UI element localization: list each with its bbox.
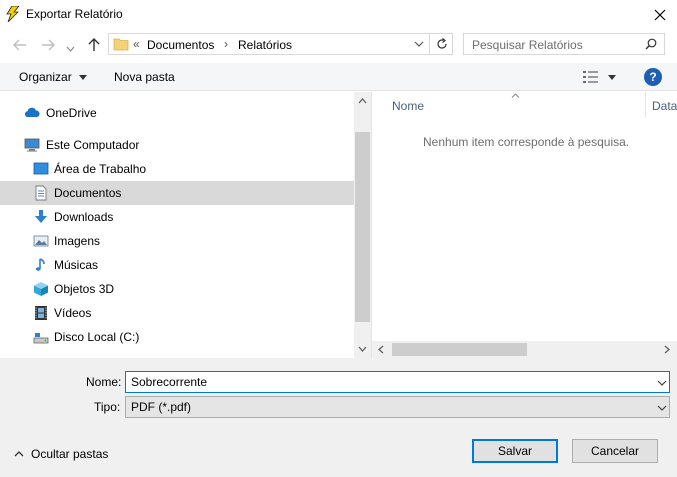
nav-item-imagens[interactable]: Imagens bbox=[0, 229, 354, 253]
nav-scrollbar[interactable] bbox=[354, 92, 371, 358]
recent-locations-button[interactable] bbox=[66, 41, 75, 55]
refresh-icon bbox=[436, 38, 447, 49]
sort-ascending-icon bbox=[511, 93, 520, 98]
chevron-down-icon[interactable] bbox=[657, 380, 667, 386]
nav-item-objetos-3d[interactable]: Objetos 3D bbox=[0, 277, 354, 301]
column-divider[interactable] bbox=[645, 92, 646, 118]
scroll-left-icon bbox=[378, 345, 384, 354]
empty-message: Nenhum item corresponde à pesquisa. bbox=[423, 135, 630, 149]
nav-label: Imagens bbox=[54, 234, 101, 248]
nav-item-videos[interactable]: Vídeos bbox=[0, 301, 354, 325]
nav-scroll-thumb[interactable] bbox=[355, 132, 370, 322]
nav-label: Objetos 3D bbox=[54, 282, 115, 296]
organize-button[interactable]: Organizar bbox=[19, 70, 88, 84]
nav-label: Documentos bbox=[54, 186, 122, 200]
breadcrumb-overflow[interactable]: « bbox=[133, 37, 140, 51]
cube-icon bbox=[34, 282, 48, 296]
chevron-down-icon bbox=[66, 46, 75, 52]
help-icon: ? bbox=[649, 70, 657, 84]
navigation-pane: OneDrive Este Computador Área de Trabalh… bbox=[0, 92, 354, 358]
refresh-button[interactable] bbox=[431, 34, 452, 54]
nav-label: Vídeos bbox=[54, 306, 92, 320]
column-header-data[interactable]: Data bbox=[652, 99, 677, 113]
close-button[interactable] bbox=[643, 0, 677, 29]
file-name-value[interactable]: Sobrecorrente bbox=[131, 375, 207, 389]
breadcrumb-documentos[interactable]: Documentos bbox=[147, 38, 214, 52]
scroll-right-icon bbox=[664, 345, 670, 354]
file-hscroll-thumb[interactable] bbox=[392, 343, 527, 356]
film-icon bbox=[35, 306, 47, 320]
desktop-icon bbox=[33, 162, 49, 175]
view-options-button[interactable] bbox=[581, 69, 621, 85]
nav-label: OneDrive bbox=[46, 106, 97, 120]
address-bar[interactable]: « Documentos › Relatórios bbox=[108, 33, 453, 55]
arrow-left-icon bbox=[13, 39, 26, 51]
nav-item-este-computador[interactable]: Este Computador bbox=[0, 133, 354, 157]
hide-folders-label: Ocultar pastas bbox=[31, 447, 109, 461]
type-label: Tipo: bbox=[94, 400, 121, 414]
search-input[interactable]: Pesquisar Relatórios bbox=[463, 33, 665, 55]
arrow-right-icon bbox=[42, 39, 55, 51]
search-icon bbox=[645, 38, 657, 50]
arrow-up-icon bbox=[88, 38, 100, 51]
cancel-button[interactable]: Cancelar bbox=[572, 439, 658, 463]
nav-label: Este Computador bbox=[46, 138, 140, 152]
command-bar bbox=[0, 63, 677, 91]
details-view-icon bbox=[583, 71, 598, 83]
nav-label: Área de Trabalho bbox=[54, 162, 147, 176]
file-hscrollbar[interactable] bbox=[372, 341, 677, 358]
up-button[interactable] bbox=[84, 36, 104, 54]
nav-label: Downloads bbox=[54, 210, 114, 224]
nav-item-documentos[interactable]: Documentos bbox=[0, 181, 354, 205]
forward-button[interactable] bbox=[38, 36, 58, 54]
address-divider bbox=[429, 34, 430, 54]
nav-item-onedrive[interactable]: OneDrive bbox=[0, 101, 354, 125]
window-title: Exportar Relatório bbox=[26, 7, 123, 21]
nav-item-disco-local[interactable]: Disco Local (C:) bbox=[0, 325, 354, 349]
help-button[interactable]: ? bbox=[644, 68, 662, 86]
nav-item-downloads[interactable]: Downloads bbox=[0, 205, 354, 229]
file-type-select[interactable]: PDF (*.pdf) bbox=[125, 396, 670, 418]
save-button[interactable]: Salvar bbox=[472, 439, 558, 463]
computer-icon bbox=[24, 138, 40, 152]
name-label: Nome: bbox=[86, 375, 122, 389]
back-button[interactable] bbox=[10, 36, 30, 54]
pictures-icon bbox=[33, 235, 49, 247]
breadcrumb-relatorios[interactable]: Relatórios bbox=[238, 38, 292, 52]
scroll-up-icon bbox=[358, 98, 367, 104]
file-name-field[interactable]: Sobrecorrente bbox=[125, 371, 670, 393]
new-folder-button[interactable]: Nova pasta bbox=[114, 70, 175, 84]
nav-item-musicas[interactable]: Músicas bbox=[0, 253, 354, 277]
search-placeholder: Pesquisar Relatórios bbox=[472, 38, 583, 52]
nav-label: Disco Local (C:) bbox=[54, 330, 140, 344]
address-dropdown-button[interactable] bbox=[409, 34, 429, 54]
file-list[interactable]: Nome Data Nenhum item corresponde à pesq… bbox=[372, 92, 677, 358]
music-note-icon bbox=[35, 258, 45, 271]
file-type-value: PDF (*.pdf) bbox=[131, 400, 192, 414]
chevron-down-icon bbox=[414, 41, 424, 47]
organize-label: Organizar bbox=[19, 70, 72, 84]
drive-icon bbox=[33, 333, 49, 344]
column-header-nome[interactable]: Nome bbox=[392, 99, 424, 113]
cloud-icon bbox=[24, 107, 40, 117]
breadcrumb-separator[interactable]: › bbox=[224, 37, 228, 51]
close-icon bbox=[654, 9, 666, 20]
caret-down-icon bbox=[79, 75, 88, 81]
scroll-down-icon bbox=[358, 346, 367, 352]
lightning-bolt-icon bbox=[6, 6, 20, 22]
folder-icon bbox=[113, 38, 129, 51]
download-arrow-icon bbox=[35, 210, 47, 223]
chevron-up-icon bbox=[14, 451, 24, 457]
document-icon bbox=[35, 185, 47, 201]
chevron-down-icon bbox=[657, 405, 667, 411]
hide-folders-toggle[interactable]: Ocultar pastas bbox=[12, 446, 112, 462]
caret-down-icon bbox=[608, 75, 616, 80]
nav-label: Músicas bbox=[54, 258, 99, 272]
nav-item-area-de-trabalho[interactable]: Área de Trabalho bbox=[0, 157, 354, 181]
